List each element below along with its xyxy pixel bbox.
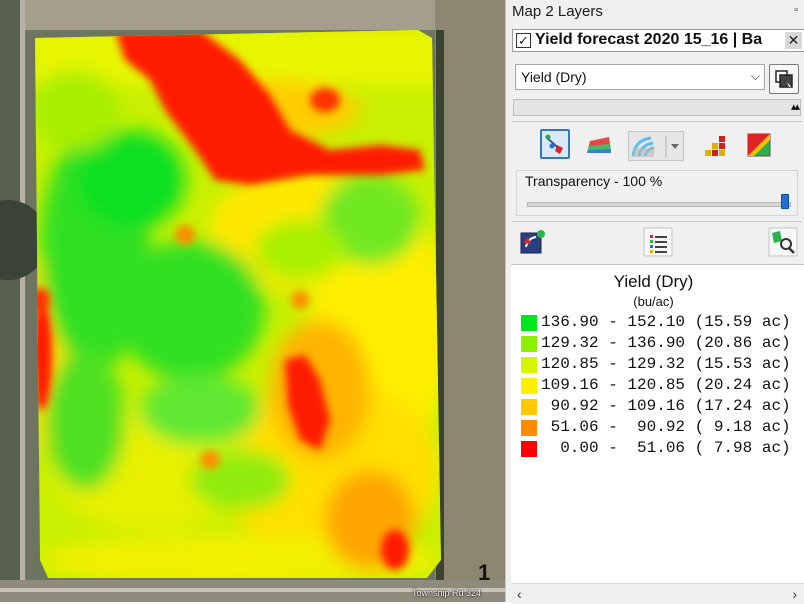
yield-map-canvas	[0, 0, 505, 602]
legend-bars-icon	[705, 136, 725, 156]
legend-bars-button[interactable]	[701, 131, 731, 161]
yield-map[interactable]: Township Rd 324 1	[0, 0, 505, 602]
collapse-bar[interactable]: ▴▴	[513, 99, 801, 116]
legend-title: Yield (Dry)	[613, 272, 694, 291]
panel-title: Map 2 Layers	[512, 3, 603, 20]
zoom-layer-button[interactable]	[768, 227, 798, 257]
style-surface-icon	[587, 137, 611, 153]
divider	[512, 121, 802, 122]
attribute-select-value: Yield (Dry)	[521, 69, 587, 85]
layers-panel: Map 2 Layers ▫ ✓ Yield forecast 2020 15_…	[505, 0, 804, 604]
transparency-slider-track[interactable]	[527, 202, 791, 207]
legend-range: 90.92 - 109.16 (17.24 ac)	[541, 397, 791, 415]
list-settings-button[interactable]	[643, 227, 673, 257]
legend-panel: Yield (Dry) (bu/ac) 136.90 - 152.10 (15.…	[511, 264, 804, 604]
legend-range: 109.16 - 120.85 (20.24 ac)	[541, 376, 791, 394]
color-ramp-icon	[747, 133, 771, 157]
zoom-layer-icon	[768, 227, 798, 257]
divider	[512, 221, 802, 222]
legend-swatch	[521, 378, 537, 394]
refresh-layer-icon	[520, 230, 545, 254]
road-label: Township Rd 324	[412, 588, 482, 598]
horizontal-scrollbar[interactable]: ‹ ›	[511, 583, 804, 604]
legend-range: 0.00 - 51.06 ( 7.98 ac)	[541, 439, 791, 457]
scroll-left-icon[interactable]: ‹	[517, 586, 522, 602]
legend-swatch	[521, 357, 537, 373]
transparency-group: Transparency - 100 %	[516, 170, 798, 216]
legend-swatch	[521, 441, 537, 457]
collapse-up-icon[interactable]: ▴▴	[791, 100, 800, 113]
legend-unit: (bu/ac)	[633, 294, 674, 309]
style-points-icon	[545, 134, 563, 154]
legend-range: 136.90 - 152.10 (15.59 ac)	[541, 313, 791, 331]
list-settings-icon	[643, 227, 673, 257]
legend-swatch	[521, 399, 537, 415]
refresh-layer-button[interactable]	[518, 227, 548, 257]
legend-range: 51.06 - 90.92 ( 9.18 ac)	[541, 418, 791, 436]
chevron-down-icon[interactable]: ⌵	[751, 69, 760, 84]
scroll-right-icon[interactable]: ›	[792, 586, 797, 602]
legend-range: 120.85 - 129.32 (15.53 ac)	[541, 355, 791, 373]
style-contour-icon	[631, 136, 679, 158]
pin-icon[interactable]: ▫	[794, 4, 798, 16]
layer-row[interactable]: ✓ Yield forecast 2020 15_16 | Ba ✕	[512, 29, 804, 52]
copy-layer-icon	[775, 70, 793, 88]
attribute-select[interactable]: Yield (Dry) ⌵	[515, 64, 765, 90]
yield-field	[35, 30, 441, 578]
legend-swatch	[521, 420, 537, 436]
style-contour-button[interactable]	[628, 131, 684, 161]
copy-layer-button[interactable]	[769, 64, 799, 94]
north-indicator: 1	[478, 560, 491, 585]
legend-range: 129.32 - 136.90 (20.86 ac)	[541, 334, 791, 352]
layer-name[interactable]: Yield forecast 2020 15_16 | Ba	[535, 31, 783, 49]
transparency-slider-thumb[interactable]	[781, 194, 789, 209]
style-surface-button[interactable]	[584, 131, 614, 161]
layer-close-button[interactable]: ✕	[785, 32, 802, 49]
dropdown-arrow-icon	[671, 144, 679, 149]
color-ramp-button[interactable]	[745, 131, 775, 161]
transparency-label: Transparency - 100 %	[525, 173, 663, 189]
style-points-button[interactable]	[540, 129, 570, 159]
layer-visibility-checkbox[interactable]: ✓	[516, 33, 531, 48]
legend-swatch	[521, 336, 537, 352]
legend-swatch	[521, 315, 537, 331]
